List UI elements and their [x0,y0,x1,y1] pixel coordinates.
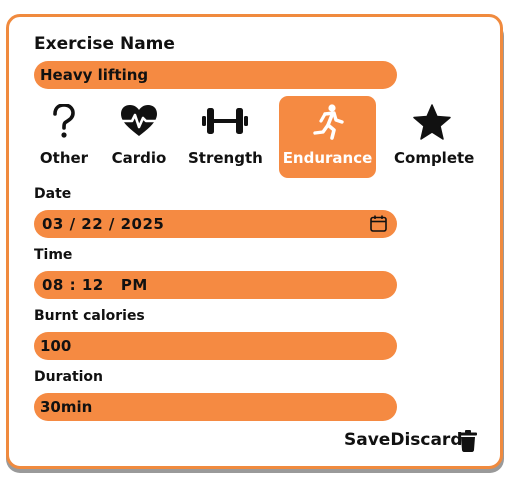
save-button[interactable]: Save [344,430,390,450]
date-input[interactable]: 03 / 22 / 2025 [34,210,397,238]
category-other[interactable]: Other [34,96,94,178]
time-input[interactable]: 08 : 12 PM [34,271,397,299]
date-label: Date [34,186,72,202]
heart-pulse-icon [120,104,158,142]
category-label-complete: Complete [394,149,475,167]
exercise-name-value: Heavy lifting [40,66,149,84]
star-icon [413,104,451,144]
category-label-other: Other [39,149,89,167]
duration-value: 30min [40,398,93,416]
running-icon [312,104,344,144]
category-endurance[interactable]: Endurance [279,96,376,178]
category-complete[interactable]: Complete [394,96,475,178]
time-value: 08 : 12 PM [42,276,148,294]
category-strength[interactable]: Strength [188,96,263,178]
form-actions: SaveDiscard [344,430,463,450]
calendar-icon[interactable] [370,215,387,236]
burnt-calories-label: Burnt calories [34,308,145,324]
trash-icon[interactable] [459,430,477,456]
question-icon [51,103,77,144]
duration-label: Duration [34,369,104,385]
exercise-name-input[interactable]: Heavy lifting [34,61,397,89]
category-cardio[interactable]: Cardio [110,96,168,178]
burnt-calories-input[interactable]: 100 [34,332,397,360]
discard-button[interactable]: Discard [390,430,462,450]
time-label: Time [34,247,73,263]
category-label-strength: Strength [188,149,263,167]
burnt-calories-value: 100 [40,337,72,355]
date-value: 03 / 22 / 2025 [42,215,165,233]
category-label-endurance: Endurance [282,149,373,167]
exercise-name-label: Exercise Name [34,34,175,54]
category-label-cardio: Cardio [111,149,167,167]
dumbbell-icon [202,104,248,142]
duration-input[interactable]: 30min [34,393,397,421]
